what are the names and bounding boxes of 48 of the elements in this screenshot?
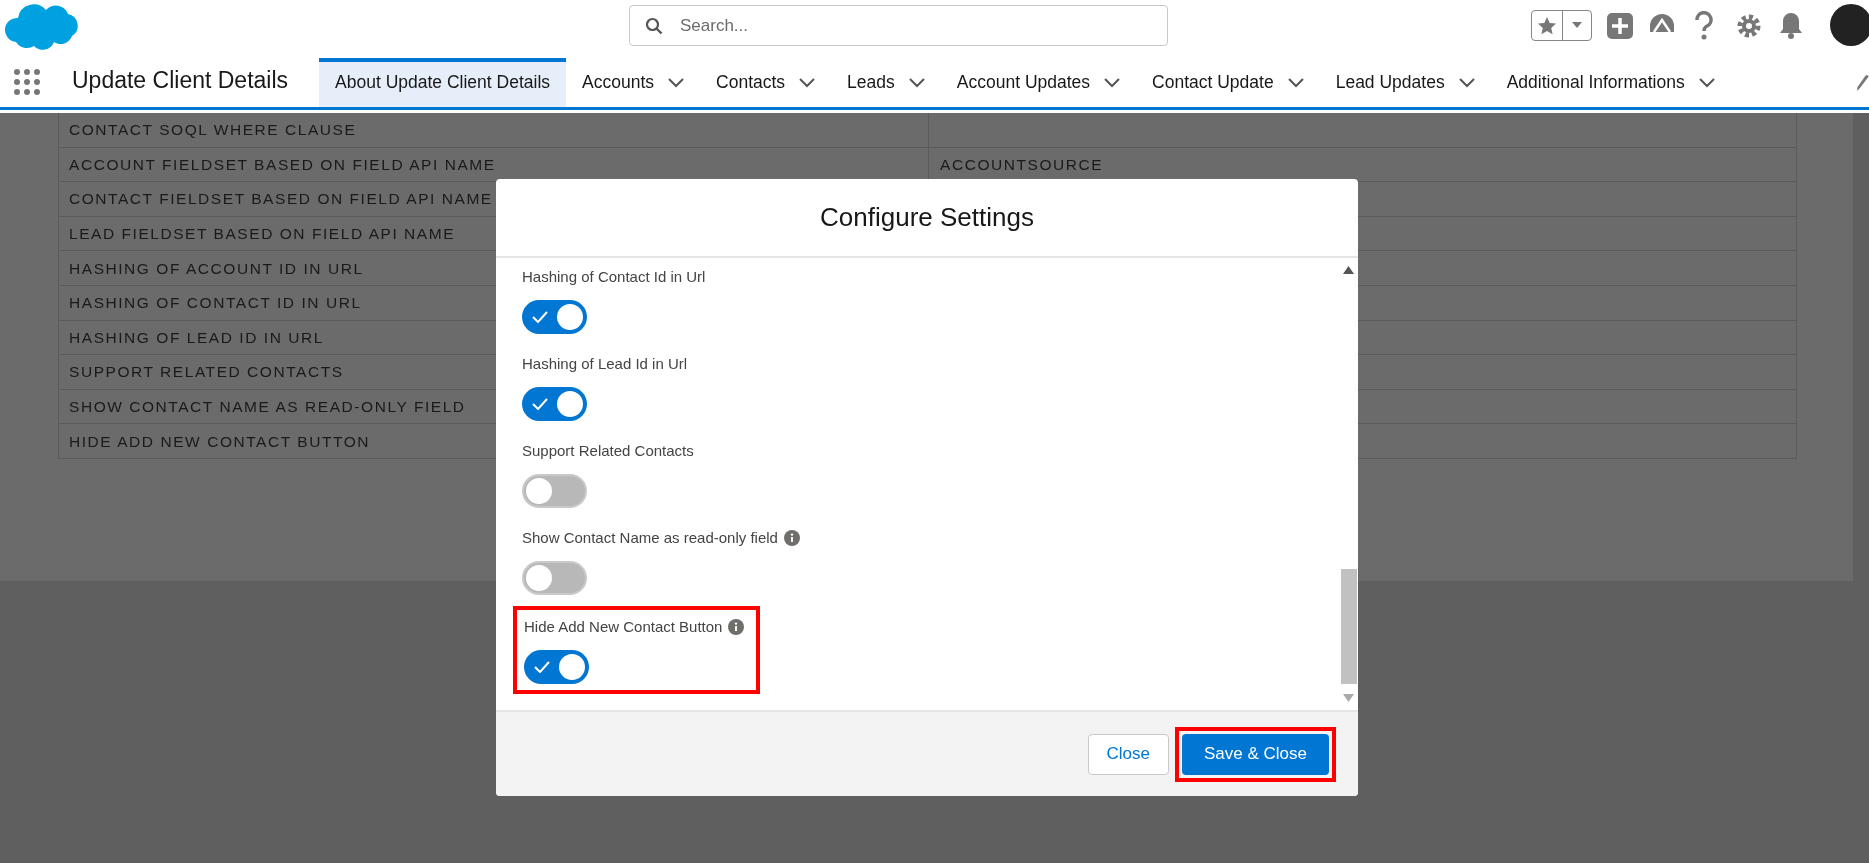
chevron-down-icon [1458,77,1475,88]
chevron-down-icon [908,77,925,88]
setting-label: Hide Add New Contact Button [524,616,723,637]
nav-tab[interactable]: Account Updates [940,58,1137,107]
setting-label: Hashing of Lead Id in Url [522,353,688,374]
setting-label: Support Related Contacts [522,440,694,461]
favorites-button[interactable] [1531,10,1592,41]
toggle-switch[interactable] [522,300,587,334]
app-launcher-icon[interactable] [13,68,41,96]
toggle-switch[interactable] [524,650,589,684]
table-cell: CONTACT SOQL WHERE CLAUSE [59,113,929,147]
close-button[interactable]: Close [1087,733,1169,775]
chevron-down-icon [799,77,816,88]
check-icon [532,311,548,323]
scroll-up-icon[interactable] [1343,266,1354,274]
nav-tab[interactable]: Leads [831,58,941,107]
help-icon[interactable] [1694,11,1714,41]
scrollbar-thumb[interactable] [1341,569,1357,684]
nav-tab[interactable]: Contacts [700,58,832,107]
nav-tab[interactable]: Contact Update [1136,58,1320,107]
settings-icon[interactable] [1736,13,1762,39]
scroll-down-icon[interactable] [1343,694,1354,702]
chevron-down-icon [1287,77,1304,88]
setting-label: Hashing of Contact Id in Url [522,266,706,287]
toggle-switch[interactable] [522,561,587,595]
app-name: Update Client Details [72,66,289,96]
search-field[interactable]: Search... [629,5,1168,46]
nav-tab[interactable]: About Update Client Details [319,58,567,107]
search-icon [645,17,663,35]
star-icon [1537,16,1557,36]
nav-tab[interactable]: Accounts [566,58,701,107]
info-icon[interactable] [783,530,800,546]
check-icon [534,661,550,673]
nav-tab[interactable]: Lead Updates [1319,58,1491,107]
info-icon[interactable] [728,619,745,635]
toggle-switch[interactable] [522,387,587,421]
add-icon[interactable] [1607,13,1633,39]
chevron-down-icon [1698,77,1715,88]
save-button[interactable]: Save & Close [1182,733,1329,775]
chevron-down-icon [668,77,685,88]
setting-label: Show Contact Name as read-only field [522,527,778,548]
avatar-icon[interactable] [1829,4,1869,46]
nav-tab[interactable]: Additional Informations [1490,58,1731,107]
notification-bell-icon[interactable] [1779,12,1803,39]
edit-icon[interactable] [1857,74,1869,92]
check-icon [532,398,548,410]
chevron-down-icon [1104,77,1121,88]
toggle-switch[interactable] [522,474,587,508]
